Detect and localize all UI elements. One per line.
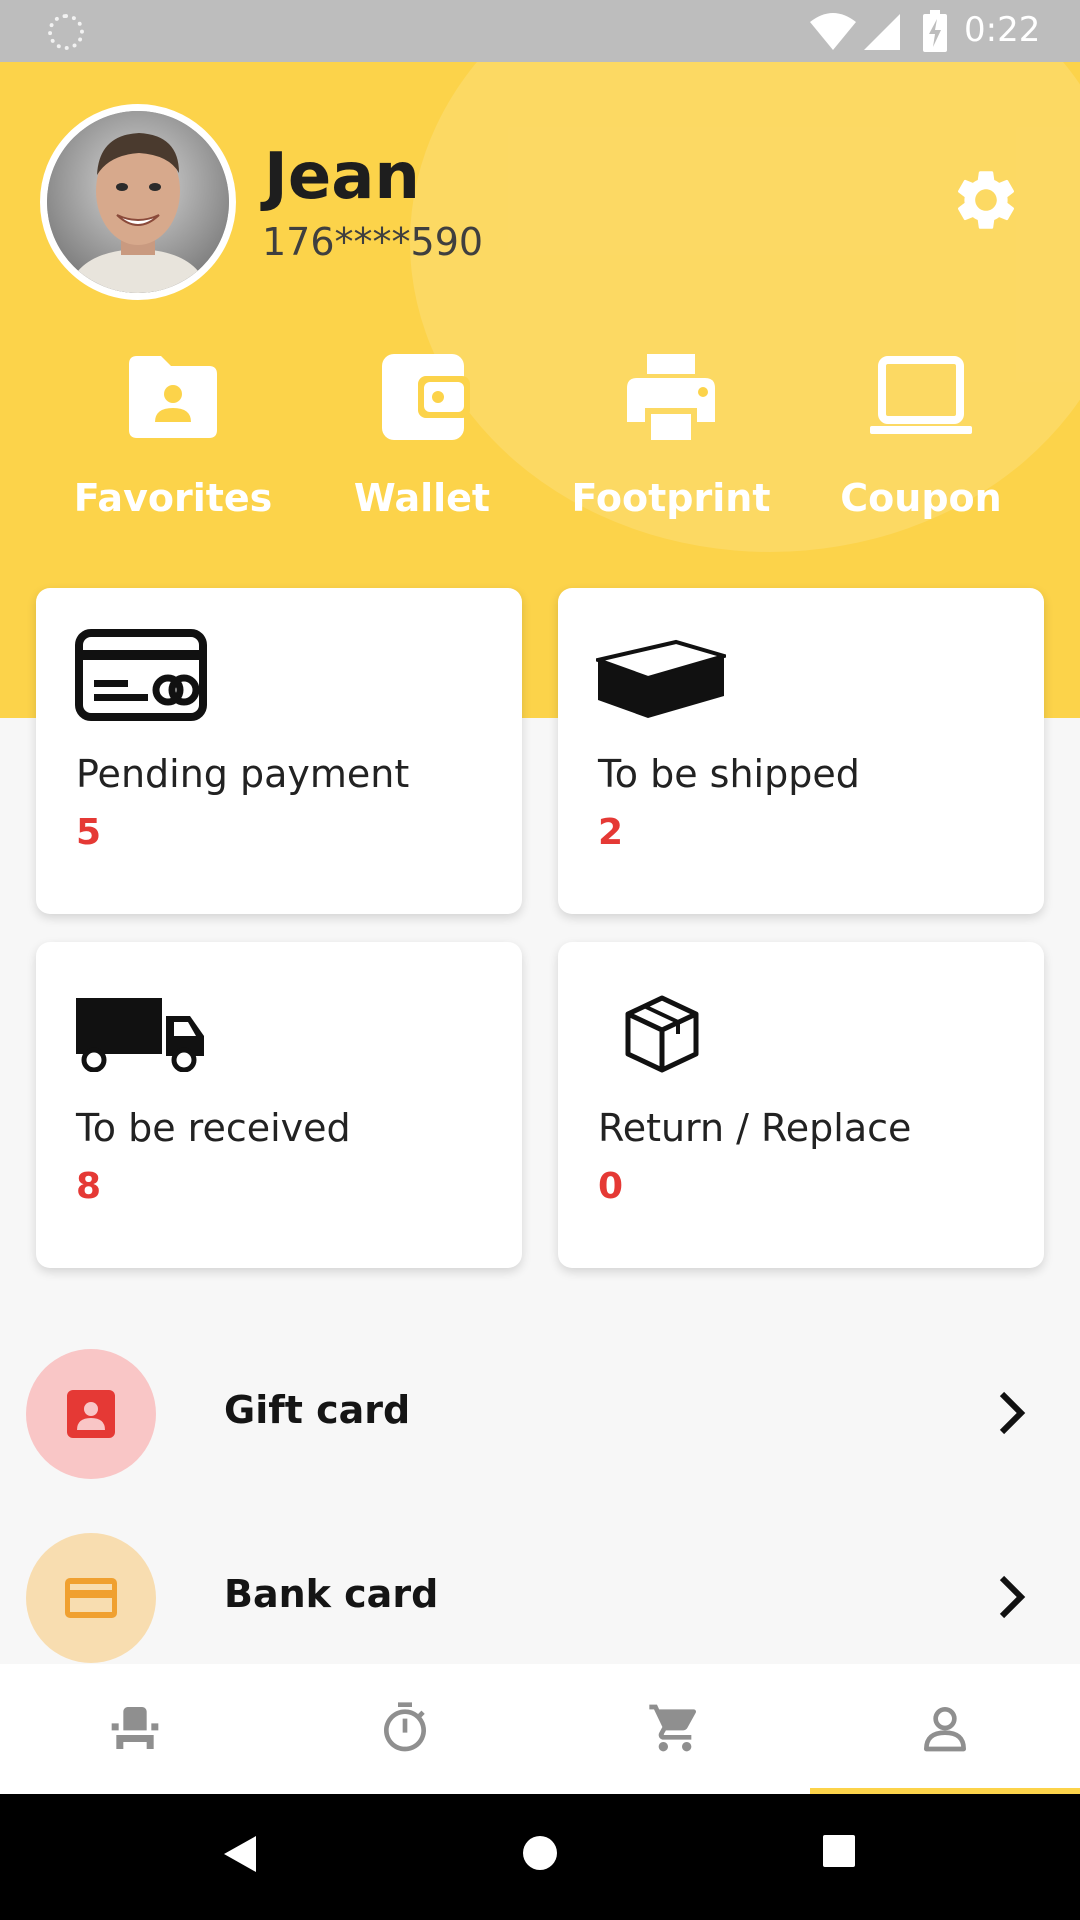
quick-link-footprint[interactable]: Footprint xyxy=(556,352,786,520)
system-navigation-bar xyxy=(0,1794,1080,1920)
recents-icon[interactable] xyxy=(822,1834,856,1868)
card-count: 2 xyxy=(598,812,624,853)
user-phone: 176****590 xyxy=(262,220,484,264)
quick-link-favorites[interactable]: Favorites xyxy=(58,352,288,520)
package-icon xyxy=(625,995,699,1073)
wallet-icon xyxy=(382,354,470,440)
order-card-to-be-received[interactable]: To be received 8 xyxy=(36,942,522,1268)
box-lid-icon xyxy=(596,639,726,718)
back-icon[interactable] xyxy=(222,1834,258,1874)
person-icon xyxy=(924,1707,966,1752)
settings-gear-icon[interactable] xyxy=(950,164,1022,236)
folder-user-icon xyxy=(129,356,217,438)
chevron-right-icon xyxy=(999,1575,1026,1619)
wifi-icon xyxy=(810,13,856,50)
bank-card-badge xyxy=(26,1533,156,1663)
nav-tab-cart[interactable] xyxy=(540,1664,810,1794)
status-bar: 0:22 xyxy=(0,0,1080,62)
nav-tab-timer[interactable] xyxy=(270,1664,540,1794)
gift-card-badge xyxy=(26,1349,156,1479)
credit-card-icon xyxy=(75,629,207,721)
list-item-bank-card[interactable]: Bank card xyxy=(0,1522,1080,1672)
seat-icon xyxy=(111,1707,159,1749)
avatar[interactable] xyxy=(40,104,236,300)
signal-icon xyxy=(864,14,900,50)
card-label: To be received xyxy=(76,1106,351,1150)
bank-card-icon xyxy=(65,1578,117,1618)
avatar-photo xyxy=(47,111,229,293)
battery-charging-icon xyxy=(923,10,947,52)
home-icon[interactable] xyxy=(521,1834,559,1872)
printer-icon xyxy=(627,354,715,440)
quick-link-wallet[interactable]: Wallet xyxy=(307,352,537,520)
status-time: 0:22 xyxy=(964,10,1041,50)
nav-tab-profile[interactable] xyxy=(810,1664,1080,1794)
contact-card-icon xyxy=(67,1390,115,1438)
list-item-gift-card[interactable]: Gift card xyxy=(0,1338,1080,1488)
truck-icon xyxy=(76,998,204,1072)
cart-icon xyxy=(649,1704,697,1752)
card-count: 0 xyxy=(598,1166,624,1207)
stopwatch-icon xyxy=(384,1702,426,1752)
laptop-icon xyxy=(870,356,972,434)
list-item-label: Gift card xyxy=(224,1388,411,1432)
card-label: Pending payment xyxy=(76,752,410,796)
card-label: To be shipped xyxy=(598,752,860,796)
loading-icon xyxy=(48,14,84,50)
order-card-return-replace[interactable]: Return / Replace 0 xyxy=(558,942,1044,1268)
card-label: Return / Replace xyxy=(598,1106,912,1150)
card-count: 8 xyxy=(76,1166,102,1207)
nav-tab-home[interactable] xyxy=(0,1664,270,1794)
card-count: 5 xyxy=(76,812,102,853)
quick-link-coupon[interactable]: Coupon xyxy=(806,352,1036,520)
user-name: Jean xyxy=(264,140,420,214)
bottom-navigation xyxy=(0,1664,1080,1794)
order-card-to-be-shipped[interactable]: To be shipped 2 xyxy=(558,588,1044,914)
list-item-label: Bank card xyxy=(224,1572,439,1616)
order-card-pending-payment[interactable]: Pending payment 5 xyxy=(36,588,522,914)
chevron-right-icon xyxy=(999,1391,1026,1435)
